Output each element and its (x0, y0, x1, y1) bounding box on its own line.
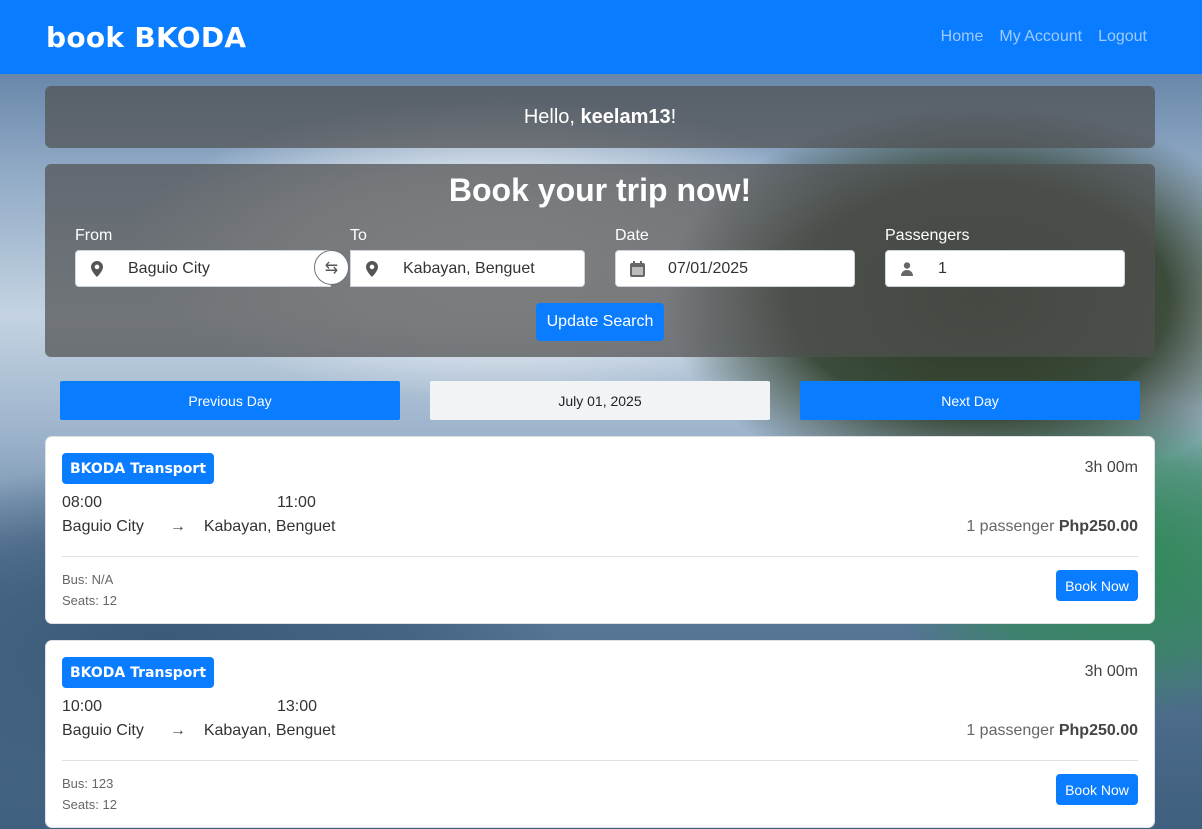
greeting-suffix: ! (670, 105, 677, 128)
to-field[interactable]: Kabayan, Benguet (350, 250, 585, 287)
from-value: Baguio City (128, 259, 210, 277)
from-field[interactable]: Baguio City (75, 250, 331, 287)
nav-logout-link[interactable]: Logout (1098, 28, 1147, 46)
origin: Baguio City (62, 518, 144, 535)
passengers-field[interactable]: 1 (885, 250, 1125, 287)
trip-duration: 3h 00m (1084, 459, 1138, 476)
departure-time: 08:00 (62, 494, 103, 511)
card-divider (62, 760, 1138, 761)
departure-time: 10:00 (62, 698, 103, 715)
search-title: Book your trip now! (448, 172, 752, 208)
trip-card: BKODA Transport 3h 00m 08:00 11:00 Bagui… (45, 436, 1155, 624)
bus-number: Bus: N/A (62, 572, 114, 587)
company-badge: BKODA Transport (62, 453, 215, 484)
book-now-button[interactable]: Book Now (1056, 570, 1138, 601)
arrival-time: 11:00 (277, 494, 316, 511)
seats-available: Seats: 12 (62, 593, 117, 608)
swap-locations-button[interactable]: ⇆ (314, 250, 349, 285)
map-pin-icon (76, 260, 118, 277)
search-panel: Book your trip now! From Baguio City ⇆ T… (45, 164, 1155, 357)
passengers-label: Passengers (885, 227, 970, 244)
route-arrow-icon: → (169, 722, 186, 739)
next-day-button[interactable]: Next Day (800, 381, 1140, 420)
card-divider (62, 556, 1138, 557)
book-now-button[interactable]: Book Now (1056, 774, 1138, 805)
greeting-username: keelam13 (580, 105, 671, 128)
person-icon (886, 261, 928, 276)
to-label: To (350, 227, 367, 244)
greeting-prefix: Hello, (523, 105, 581, 128)
destination: Kabayan, Benguet (203, 722, 336, 739)
bus-info: Bus: 123 Seats: 12 (62, 773, 117, 815)
seats-available: Seats: 12 (62, 797, 117, 812)
date-value: 07/01/2025 (668, 259, 749, 277)
to-value: Kabayan, Benguet (403, 259, 535, 277)
current-day-display: July 01, 2025 (430, 381, 770, 420)
company-badge: BKODA Transport (62, 657, 215, 688)
price-line: 1 passenger Php250.00 (966, 722, 1138, 740)
nav-my-account-link[interactable]: My Account (999, 28, 1082, 46)
passengers-value: 1 (938, 259, 947, 277)
bus-info: Bus: N/A Seats: 12 (62, 569, 117, 611)
passenger-count: 1 passenger (966, 722, 1055, 739)
price-line: 1 passenger Php250.00 (966, 518, 1138, 536)
trip-card: BKODA Transport 3h 00m 10:00 13:00 Bagui… (45, 640, 1155, 828)
destination: Kabayan, Benguet (203, 518, 336, 535)
trip-duration: 3h 00m (1084, 663, 1138, 680)
top-navbar: book BKODA Home My Account Logout (0, 0, 1202, 74)
route-arrow-icon: → (169, 518, 186, 535)
previous-day-button[interactable]: Previous Day (60, 381, 400, 420)
origin: Baguio City (62, 722, 144, 739)
update-search-button[interactable]: Update Search (536, 303, 664, 341)
date-field[interactable]: 07/01/2025 (615, 250, 855, 287)
trip-price: Php250.00 (1058, 518, 1138, 535)
trip-price: Php250.00 (1058, 722, 1138, 739)
brand-logo[interactable]: book BKODA (46, 21, 246, 54)
arrival-time: 13:00 (277, 698, 318, 715)
date-label: Date (615, 227, 649, 244)
calendar-icon (616, 260, 658, 277)
nav-home-link[interactable]: Home (941, 28, 984, 46)
bus-number: Bus: 123 (62, 776, 114, 791)
trip-route: Baguio City → Kabayan, Benguet (62, 518, 336, 536)
trip-route: Baguio City → Kabayan, Benguet (62, 722, 336, 740)
nav-links: Home My Account Logout (941, 28, 1147, 46)
swap-arrows-icon: ⇆ (324, 259, 339, 277)
map-pin-icon (351, 260, 393, 277)
greeting-banner: Hello, keelam13! (45, 86, 1155, 148)
passenger-count: 1 passenger (966, 518, 1055, 535)
from-label: From (75, 227, 113, 244)
